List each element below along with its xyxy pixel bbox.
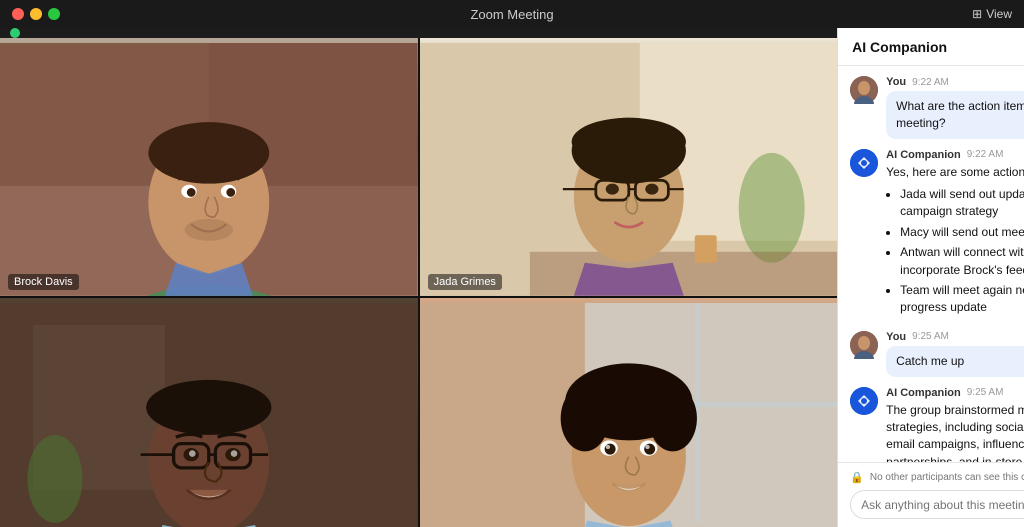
ai-avatar-img bbox=[850, 149, 878, 177]
message-4: AI Companion 9:25 AM The group brainstor… bbox=[850, 387, 1024, 462]
message-4-content: AI Companion 9:25 AM The group brainstor… bbox=[886, 387, 1024, 462]
video-tile-jada[interactable]: Jada Grimes bbox=[420, 38, 838, 296]
titlebar: Zoom Meeting ⊞ View bbox=[0, 0, 1024, 28]
ai-panel-title: AI Companion bbox=[852, 39, 947, 55]
brock-avatar bbox=[0, 38, 418, 296]
ai-panel-header: AI Companion ⤢ ✕ bbox=[838, 28, 1024, 66]
message-2-bubble: Yes, here are some action items: Jada wi… bbox=[886, 164, 1024, 317]
message-2: AI Companion 9:22 AM Yes, here are some … bbox=[850, 149, 1024, 321]
video-tile-antwan[interactable]: Antwan Cannon bbox=[0, 298, 418, 527]
message-2-content: AI Companion 9:22 AM Yes, here are some … bbox=[886, 149, 1024, 321]
message-4-meta: AI Companion 9:25 AM bbox=[886, 387, 1024, 399]
close-button[interactable] bbox=[12, 8, 24, 20]
ai-companion-panel: AI Companion ⤢ ✕ You bbox=[837, 28, 1024, 527]
ai-response-2: The group brainstormed marketing strateg… bbox=[886, 402, 1024, 462]
window-title: Zoom Meeting bbox=[470, 7, 553, 22]
jada-avatar bbox=[420, 38, 838, 296]
ai-panel-footer: 🔒 No other participants can see this con… bbox=[838, 462, 1024, 527]
message-1-bubble: What are the action items after the meet… bbox=[886, 91, 1024, 139]
user-avatar-2 bbox=[850, 331, 878, 359]
message-3-content: You 9:25 AM Catch me up bbox=[886, 331, 1024, 377]
view-button[interactable]: ⊞ View bbox=[972, 7, 1012, 21]
message-3-bubble: Catch me up bbox=[886, 346, 1024, 377]
user-avatar-1 bbox=[850, 76, 878, 104]
ai-avatar-1 bbox=[850, 149, 878, 177]
message-1-content: You 9:22 AM What are the action items af… bbox=[886, 76, 1024, 139]
message-1-meta: You 9:22 AM bbox=[886, 76, 1024, 88]
lock-icon: 🔒 bbox=[850, 471, 864, 484]
jada-label: Jada Grimes bbox=[428, 274, 502, 290]
message-3-meta: You 9:25 AM bbox=[886, 331, 1024, 343]
privacy-notice: 🔒 No other participants can see this con… bbox=[850, 471, 1024, 484]
window-controls[interactable] bbox=[12, 8, 60, 20]
message-2-meta: AI Companion 9:22 AM bbox=[886, 149, 1024, 161]
ai-messages-list: You 9:22 AM What are the action items af… bbox=[838, 66, 1024, 462]
zoom-controls-bar bbox=[0, 28, 837, 38]
message-1: You 9:22 AM What are the action items af… bbox=[850, 76, 1024, 139]
ai-input-area[interactable]: ▶ bbox=[850, 490, 1024, 519]
message-3: You 9:25 AM Catch me up bbox=[850, 331, 1024, 377]
message-4-bubble: The group brainstormed marketing strateg… bbox=[886, 402, 1024, 462]
brock-name: Brock Davis bbox=[14, 276, 73, 288]
brock-label: Brock Davis bbox=[8, 274, 79, 290]
user-avatar-img bbox=[850, 76, 878, 104]
ai-response-1: Yes, here are some action items: Jada wi… bbox=[886, 164, 1024, 317]
video-tile-brock[interactable]: Brock Davis bbox=[0, 38, 418, 296]
main-content: Brock Davis bbox=[0, 28, 1024, 527]
video-grid: Brock Davis bbox=[0, 38, 837, 527]
ai-avatar-2 bbox=[850, 387, 878, 415]
user-avatar-img-2 bbox=[850, 331, 878, 359]
jada-name: Jada Grimes bbox=[434, 276, 496, 288]
video-section: Brock Davis bbox=[0, 28, 837, 527]
action-items-list: Jada will send out updated marketing cam… bbox=[886, 186, 1024, 317]
video-tile-macy[interactable]: 🎤 Macy Halloway bbox=[420, 298, 838, 527]
ai-avatar-img-3 bbox=[850, 387, 878, 415]
grid-icon: ⊞ bbox=[972, 7, 982, 21]
maximize-button[interactable] bbox=[48, 8, 60, 20]
ai-input-field[interactable] bbox=[861, 498, 1024, 512]
recording-indicator bbox=[10, 28, 20, 38]
minimize-button[interactable] bbox=[30, 8, 42, 20]
macy-avatar bbox=[420, 298, 838, 527]
antwan-avatar bbox=[0, 298, 418, 527]
